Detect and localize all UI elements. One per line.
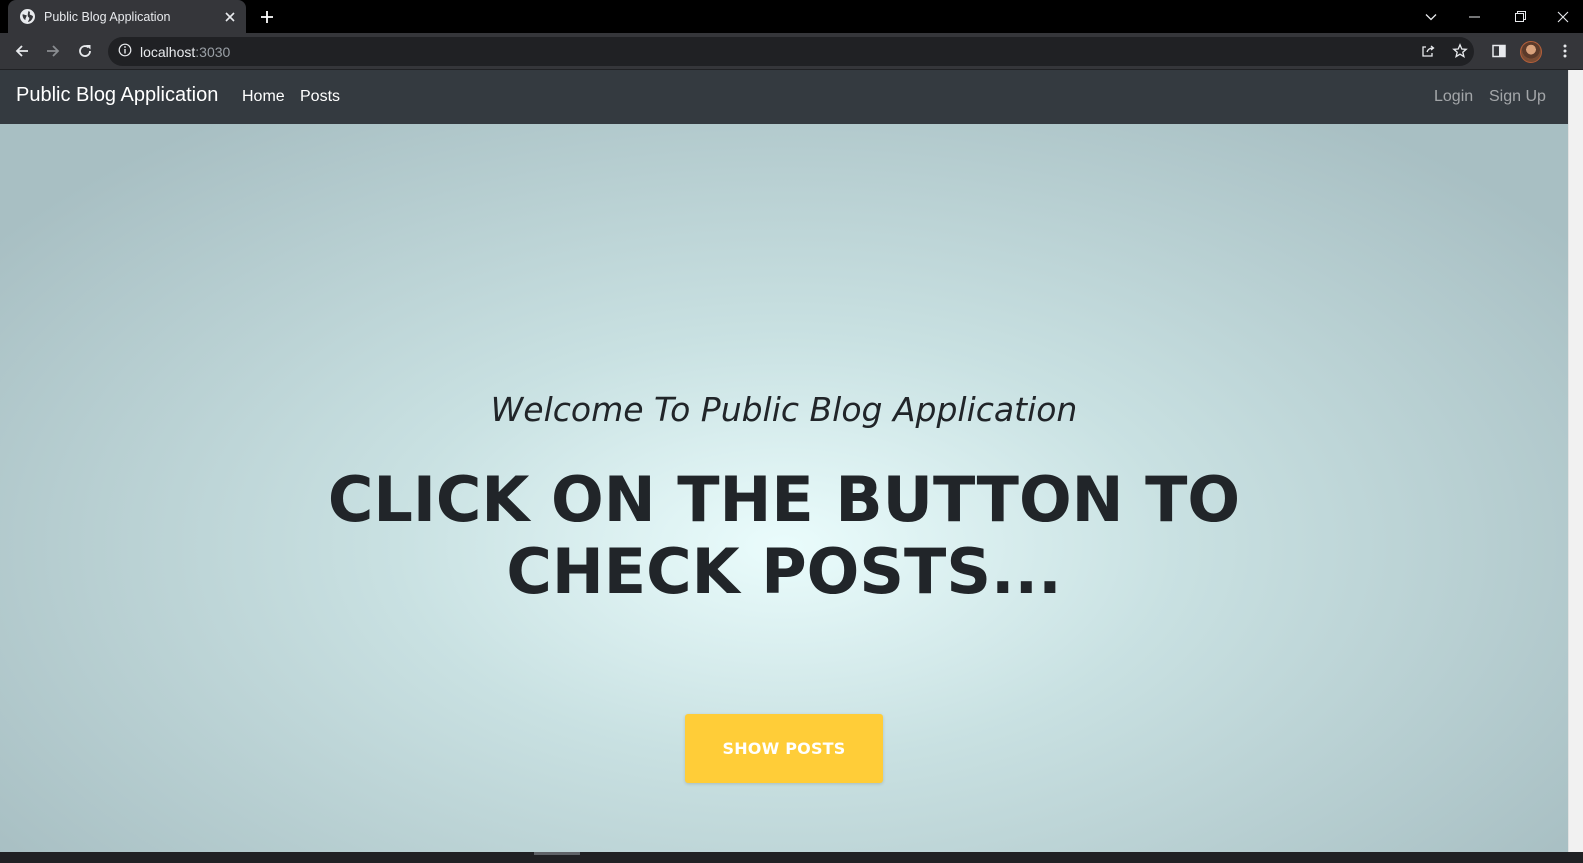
star-icon[interactable] [1446,37,1474,65]
browser-toolbar: localhost:3030 [0,33,1583,70]
url-port: :3030 [195,43,231,60]
page-scrollbar[interactable] [1568,70,1583,852]
nav-link-home[interactable]: Home [242,88,285,106]
show-posts-button[interactable]: SHOW POSTS [685,714,883,783]
nav-link-login[interactable]: Login [1434,88,1473,106]
close-icon[interactable] [220,7,240,27]
minimize-icon[interactable] [1451,0,1497,33]
url-host: localhost [140,43,196,60]
web-page: Public Blog Application Home Posts Login… [0,70,1568,852]
reload-icon[interactable] [71,37,99,65]
navbar-brand[interactable]: Public Blog Application [16,84,218,107]
headline-line-1: CLICK ON THE BUTTON TO [327,463,1241,536]
more-vert-icon[interactable] [1555,37,1575,65]
tab-title: Public Blog Application [44,9,171,24]
hero-section: Welcome To Public Blog Application CLICK… [0,124,1568,852]
forward-arrow-icon[interactable] [39,37,67,65]
browser-tab[interactable]: Public Blog Application [8,0,246,33]
navbar: Public Blog Application Home Posts Login… [0,70,1568,124]
chevron-down-icon[interactable] [1411,0,1451,33]
headline-line-2: CHECK POSTS... [506,535,1062,608]
nav-link-signup[interactable]: Sign Up [1489,88,1546,106]
hero-headline: CLICK ON THE BUTTON TO CHECK POSTS... [234,464,1334,608]
welcome-heading: Welcome To Public Blog Application [490,390,1078,429]
window-controls [1411,0,1583,33]
window-close-icon[interactable] [1543,0,1583,33]
back-arrow-icon[interactable] [8,37,36,65]
profile-avatar[interactable] [1520,41,1542,63]
side-panel-icon[interactable] [1485,37,1513,65]
address-bar[interactable]: localhost:3030 [108,37,1474,66]
browser-tabstrip: Public Blog Application [0,0,1583,33]
nav-link-posts[interactable]: Posts [300,88,340,106]
horizontal-scrollbar[interactable] [0,852,1583,863]
plus-icon[interactable] [255,5,279,29]
share-icon[interactable] [1414,37,1442,65]
horizontal-scrollbar-thumb[interactable] [534,852,580,855]
globe-icon [20,9,35,24]
restore-icon[interactable] [1497,0,1543,33]
info-icon[interactable] [118,42,132,61]
